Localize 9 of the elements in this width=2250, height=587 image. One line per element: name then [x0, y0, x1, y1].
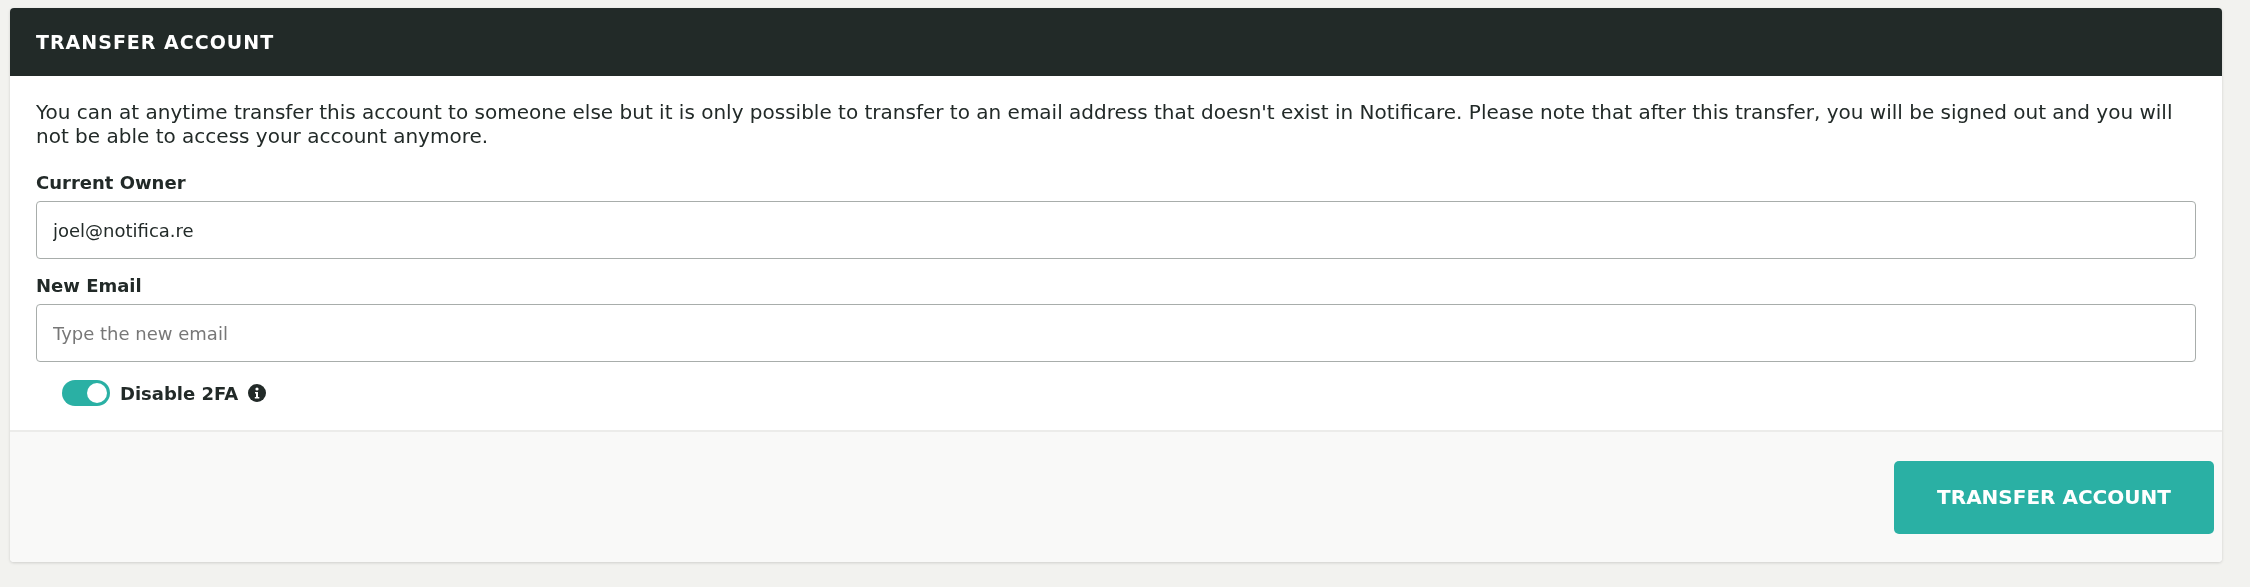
- description-text: You can at anytime transfer this account to someone else but it is only possible to transfer to an email address that doesn't exist in Notificare. Please note that after this transfer, you will be signed out and you will not be able to access your account anymore.: [36, 100, 2174, 148]
- toggle-label: Disable 2FA: [120, 382, 239, 404]
- email-field[interactable]: Type the new email: [36, 304, 2196, 362]
- email-field[interactable]: joel@notifica.re: [36, 201, 2196, 259]
- info-icon[interactable]: [248, 384, 267, 402]
- field-label: Current Owner: [36, 172, 187, 193]
- toggle-switch[interactable]: [62, 380, 110, 406]
- field-label: New Email: [36, 275, 143, 296]
- panel-title: TRANSFER ACCOUNT: [36, 31, 275, 53]
